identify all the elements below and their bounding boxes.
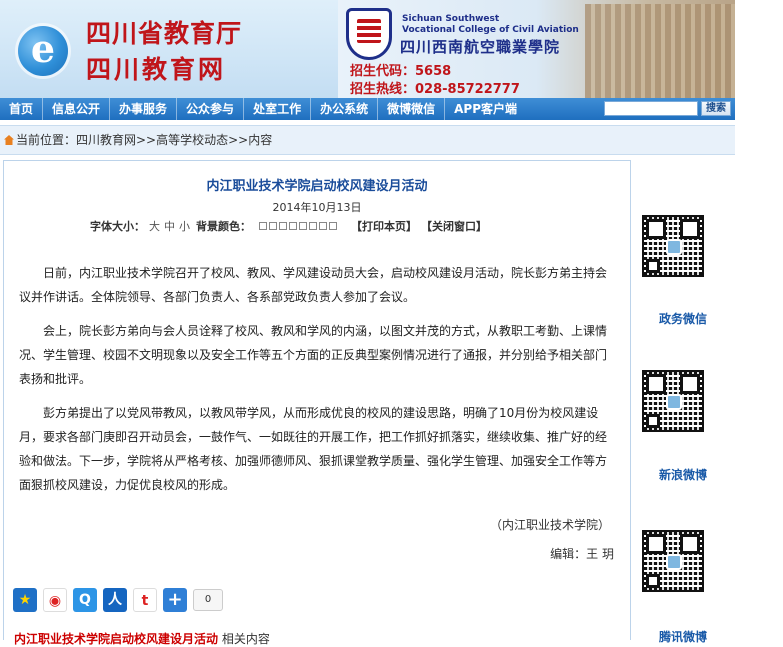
article-source: （内江职业技术学院） [489, 518, 610, 532]
bg-swatch-8[interactable] [329, 222, 337, 230]
logo-title-line2[interactable]: 四川教育网 [86, 50, 226, 86]
ad-english-line1: Sichuan Southwest [402, 14, 500, 24]
nav-item-services[interactable]: 办事服务 [110, 98, 178, 120]
college-ad-banner[interactable]: Sichuan Southwest Vocational College of … [338, 0, 735, 98]
article-paragraph-1: 日前，内江职业技术学院召开了校风、教风、学风建设动员大会，启动校风建设月活动，院… [19, 266, 608, 304]
font-size-large[interactable]: 大 [149, 218, 160, 234]
article-editor: 编辑：王 玥 [550, 547, 614, 561]
share-count: 0 [193, 589, 223, 611]
search-button[interactable]: 搜索 [701, 101, 731, 116]
qr-label-tencent[interactable]: 腾讯微博 [636, 628, 730, 645]
font-size-small[interactable]: 小 [179, 218, 190, 234]
search-input[interactable] [604, 101, 698, 116]
article-date: 2014年10月13日 [272, 201, 362, 214]
college-emblem-icon [346, 8, 392, 60]
nav-item-departments[interactable]: 处室工作 [244, 98, 312, 120]
ad-enrollment-code: 招生代码：5658 [350, 64, 452, 79]
bg-swatch-6[interactable] [309, 222, 317, 230]
nav-item-home[interactable]: 首页 [0, 98, 44, 120]
site-logo-icon[interactable]: e [18, 26, 68, 76]
qr-label-sina[interactable]: 新浪微博 [636, 466, 730, 483]
renren-icon[interactable]: 人 [103, 588, 127, 612]
nav-item-app[interactable]: APP客户端 [445, 98, 526, 120]
tencent-weibo-qr-code-icon [642, 530, 704, 592]
share-bar: ★ ◉ Q 人 t + 0 [13, 588, 223, 612]
sina-weibo-qr-code-icon [642, 370, 704, 432]
article-toolbar: 字体大小： 大 中 小 背景颜色： 【打印本页】 【关闭窗口】 [90, 218, 487, 234]
sina-weibo-icon[interactable]: ◉ [43, 588, 67, 612]
site-header: e 四川省教育厅 四川教育网 Sichuan Southwest Vocatio… [0, 0, 735, 98]
logo-title-line1[interactable]: 四川省教育厅 [86, 14, 242, 50]
bg-swatch-5[interactable] [299, 222, 307, 230]
print-link[interactable]: 【打印本页】 [351, 218, 417, 234]
ad-hotline: 招生热线：028-85722777 [350, 82, 520, 97]
qzone-icon[interactable]: Q [73, 588, 97, 612]
nav-item-office[interactable]: 办公系统 [311, 98, 379, 120]
article-panel: 内江职业技术学院启动校风建设月活动 2014年10月13日 字体大小： 大 中 … [3, 160, 631, 640]
article-body: 日前，内江职业技术学院召开了校风、教风、学风建设动员大会，启动校风建设月活动，院… [19, 261, 616, 507]
search-box: 搜索 [604, 101, 731, 116]
article-paragraph-3: 彭方弟提出了以党风带教风，以教风带学风，从而形成优良的校风的建设思路，明确了10… [19, 406, 608, 492]
bg-swatch-4[interactable] [289, 222, 297, 230]
bg-swatch-7[interactable] [319, 222, 327, 230]
ad-english-line2: Vocational College of Civil Aviation [402, 25, 579, 35]
related-title[interactable]: 内江职业技术学院启动校风建设月活动 [14, 632, 218, 646]
article-paragraph-2: 会上，院长彭方弟向与会人员诠释了校风、教风和学风的内涵，以图文并茂的方式，从教职… [19, 324, 608, 386]
related-suffix: 相关内容 [221, 632, 270, 646]
font-size-label: 字体大小： [90, 220, 145, 233]
bg-color-label: 背景颜色： [196, 220, 251, 233]
breadcrumb-text[interactable]: 当前位置：四川教育网>>高等学校动态>>内容 [16, 133, 272, 147]
wechat-qr-code-icon [642, 215, 704, 277]
nav-item-participation[interactable]: 公众参与 [177, 98, 245, 120]
close-window-link[interactable]: 【关闭窗口】 [421, 218, 487, 234]
bg-swatch-1[interactable] [259, 222, 267, 230]
tencent-weibo-icon[interactable]: t [133, 588, 157, 612]
qr-sidebar: 政务微信 新浪微博 腾讯微博 [636, 160, 735, 644]
favorite-star-icon[interactable]: ★ [13, 588, 37, 612]
font-size-medium[interactable]: 中 [164, 218, 175, 234]
related-content: 内江职业技术学院启动校风建设月活动 相关内容 [14, 630, 270, 647]
qr-label-wechat[interactable]: 政务微信 [636, 310, 730, 327]
nav-item-social[interactable]: 微博微信 [378, 98, 446, 120]
article-title: 内江职业技术学院启动校风建设月活动 [206, 179, 428, 194]
building-image [585, 4, 735, 98]
main-nav: 首页 信息公开 办事服务 公众参与 处室工作 办公系统 微博微信 APP客户端 … [0, 98, 735, 120]
bg-swatch-3[interactable] [279, 222, 287, 230]
bg-swatch-2[interactable] [269, 222, 277, 230]
nav-item-info[interactable]: 信息公开 [43, 98, 111, 120]
breadcrumb: 当前位置：四川教育网>>高等学校动态>>内容 [0, 125, 735, 155]
ad-college-name: 四川西南航空職業學院 [400, 38, 561, 56]
home-icon [4, 135, 14, 145]
more-share-icon[interactable]: + [163, 588, 187, 612]
